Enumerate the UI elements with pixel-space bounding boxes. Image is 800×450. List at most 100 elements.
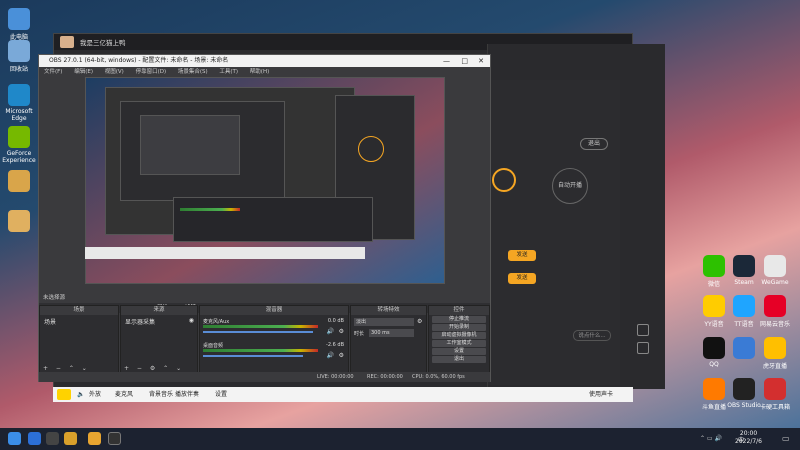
desktop-shortcut[interactable]: 虎牙直播 [758, 337, 792, 370]
desktop-shortcut[interactable]: 网易云音乐 [758, 295, 792, 328]
obs-titlebar[interactable]: OBS 27.0.1 (64-bit, windows) - 配置文件: 未命名… [39, 55, 490, 67]
launcher-exit-button[interactable]: 退出 [580, 138, 608, 150]
speaker-icon[interactable]: 🔊 [327, 328, 334, 335]
mixer-ch1-slider[interactable] [203, 331, 313, 333]
sources-footer-controls[interactable]: + − ⚙ ⌃ ⌄ [124, 365, 184, 372]
duration-input[interactable]: 300 ms [369, 329, 414, 337]
edge-taskbar-icon[interactable] [28, 432, 41, 445]
desktop-shortcut[interactable]: YY语音 [697, 295, 731, 328]
preview-obs-docks [173, 197, 373, 242]
mixer-ch2-meter [203, 349, 318, 352]
menu-scene-collection[interactable]: 场景集合(S) [178, 69, 208, 75]
desktop-shortcut[interactable]: 斗鱼直播 [697, 378, 731, 411]
scenes-footer-controls[interactable]: + − ⌃ ⌄ [43, 365, 90, 372]
obs-preview[interactable] [85, 77, 445, 284]
maximize-button[interactable]: □ [461, 55, 468, 67]
bar-item-4[interactable]: 设置 [215, 387, 227, 402]
desktop-shortcut[interactable]: 卡硬工具箱 [758, 378, 792, 411]
desktop-shortcut[interactable]: 微信 [697, 255, 731, 288]
mixer-ch1-level: 0.0 dB [327, 318, 344, 324]
menu-tools[interactable]: 工具(T) [219, 69, 238, 75]
desktop-app-icon [8, 84, 30, 106]
menu-docks[interactable]: 停靠窗口(D) [136, 69, 167, 75]
launcher-circle-1[interactable] [492, 168, 516, 192]
desktop-shortcut[interactable]: TT语音 [727, 295, 761, 328]
desktop-shortcut[interactable] [727, 337, 761, 361]
desktop-shortcut[interactable]: QQ [697, 337, 731, 368]
desktop-icon[interactable]: 此电脑 [2, 8, 36, 41]
bar-item-5[interactable]: 使用声卡 [589, 387, 613, 402]
app-taskbar-icon-2[interactable] [64, 432, 77, 445]
tray-icons[interactable]: ⌃ ▭ 🔊 [700, 435, 722, 442]
desktop-app-icon [8, 126, 30, 148]
bar-item-2[interactable]: 背景音乐 [149, 387, 173, 402]
shortcut-label: 斗鱼直播 [701, 404, 726, 411]
shortcut-icon [733, 378, 755, 400]
transitions-header: 转场特效 [351, 306, 426, 315]
shortcut-label: 卡硬工具箱 [759, 404, 790, 411]
desktop-icon[interactable] [2, 170, 36, 194]
desktop-icon[interactable]: GeForce Experience [2, 126, 36, 164]
shortcut-label: QQ [709, 361, 719, 368]
app-logo [57, 389, 71, 400]
shortcut-label: 网易云音乐 [759, 321, 790, 328]
menu-help[interactable]: 帮助(H) [250, 69, 269, 75]
preview-nested-3 [140, 115, 240, 175]
send-button-1[interactable]: 发送 [508, 250, 536, 261]
start-recording-button[interactable]: 开始录制 [432, 324, 486, 331]
send-button-2[interactable]: 发送 [508, 273, 536, 284]
mixer-ch1-name: 麦克风/Aux [203, 319, 230, 325]
transition-gear-icon[interactable]: ⚙ [417, 318, 422, 325]
notification-icon[interactable]: ▭ [782, 434, 790, 443]
gear-icon[interactable]: ⚙ [339, 328, 344, 335]
sources-dock: 来源 显示器采集 ◉ + − ⚙ ⌃ ⌄ [120, 305, 198, 375]
launcher-chat-input[interactable]: 说点什么... [573, 330, 611, 341]
stop-streaming-button[interactable]: 停止推流 [432, 316, 486, 323]
obs-menubar: 文件(F) 编辑(E) 视图(V) 停靠窗口(D) 场景集合(S) 工具(T) … [39, 67, 490, 77]
app-taskbar-icon-1[interactable] [46, 432, 59, 445]
source-item[interactable]: 显示器采集 ◉ [121, 315, 197, 328]
live-status: LIVE: 00:00:00 [317, 374, 354, 380]
shortcut-icon [733, 337, 755, 359]
exit-button[interactable]: 退出 [432, 356, 486, 363]
desktop-shortcut[interactable]: Steam [727, 255, 761, 286]
gear-icon-2[interactable]: ⚙ [339, 352, 344, 359]
desktop-shortcut[interactable]: WeGame [758, 255, 792, 286]
duration-label: 时长 [354, 331, 365, 337]
desktop-icon[interactable]: 回收站 [2, 40, 36, 73]
menu-view[interactable]: 视图(V) [105, 69, 124, 75]
cart-icon[interactable] [637, 324, 649, 336]
speaker-toggle-icon[interactable]: 🔈 [77, 387, 84, 402]
scenes-dock: 场景 场景 + − ⌃ ⌄ [39, 305, 119, 375]
taskbar: ⌃ ▭ 🔊 中 20:00 2022/7/6 ▭ [0, 428, 800, 450]
mixer-ch2-slider[interactable] [203, 355, 303, 357]
shortcut-label: YY语音 [704, 321, 724, 328]
studio-mode-button[interactable]: 工作室模式 [432, 340, 486, 347]
auto-live-circle[interactable]: 自动开播 [552, 168, 588, 204]
qr-icon[interactable] [637, 342, 649, 354]
menu-file[interactable]: 文件(F) [44, 69, 62, 75]
desktop-icon[interactable]: Microsoft Edge [2, 84, 36, 122]
scene-item[interactable]: 场景 [40, 315, 118, 328]
menu-edit[interactable]: 编辑(E) [74, 69, 93, 75]
desktop-shortcut[interactable]: OBS Studio [727, 378, 761, 409]
virtual-camera-button[interactable]: 启动虚拟摄像机 [432, 332, 486, 339]
shortcut-icon [764, 295, 786, 317]
bar-item-1[interactable]: 麦克风 [115, 387, 133, 402]
clock[interactable]: 20:00 2022/7/6 [735, 430, 762, 446]
obs-window[interactable]: OBS 27.0.1 (64-bit, windows) - 配置文件: 未命名… [38, 54, 491, 382]
preview-launcher-circle [358, 136, 384, 162]
obs-taskbar-icon[interactable] [108, 432, 121, 445]
speaker-icon-2[interactable]: 🔊 [327, 352, 334, 359]
bar-item-3[interactable]: 播放伴奏 [175, 387, 199, 402]
minimize-button[interactable]: — [443, 55, 450, 67]
start-icon[interactable] [8, 432, 21, 445]
close-button[interactable]: ✕ [478, 55, 484, 67]
desktop-icon[interactable] [2, 210, 36, 234]
preview-appbar [85, 247, 365, 259]
bar-item-0[interactable]: 外放 [89, 387, 101, 402]
app-taskbar-icon-3[interactable] [88, 432, 101, 445]
settings-button[interactable]: 设置 [432, 348, 486, 355]
eye-icon[interactable]: ◉ [189, 317, 194, 324]
transition-select[interactable]: 淡出 [354, 318, 414, 326]
